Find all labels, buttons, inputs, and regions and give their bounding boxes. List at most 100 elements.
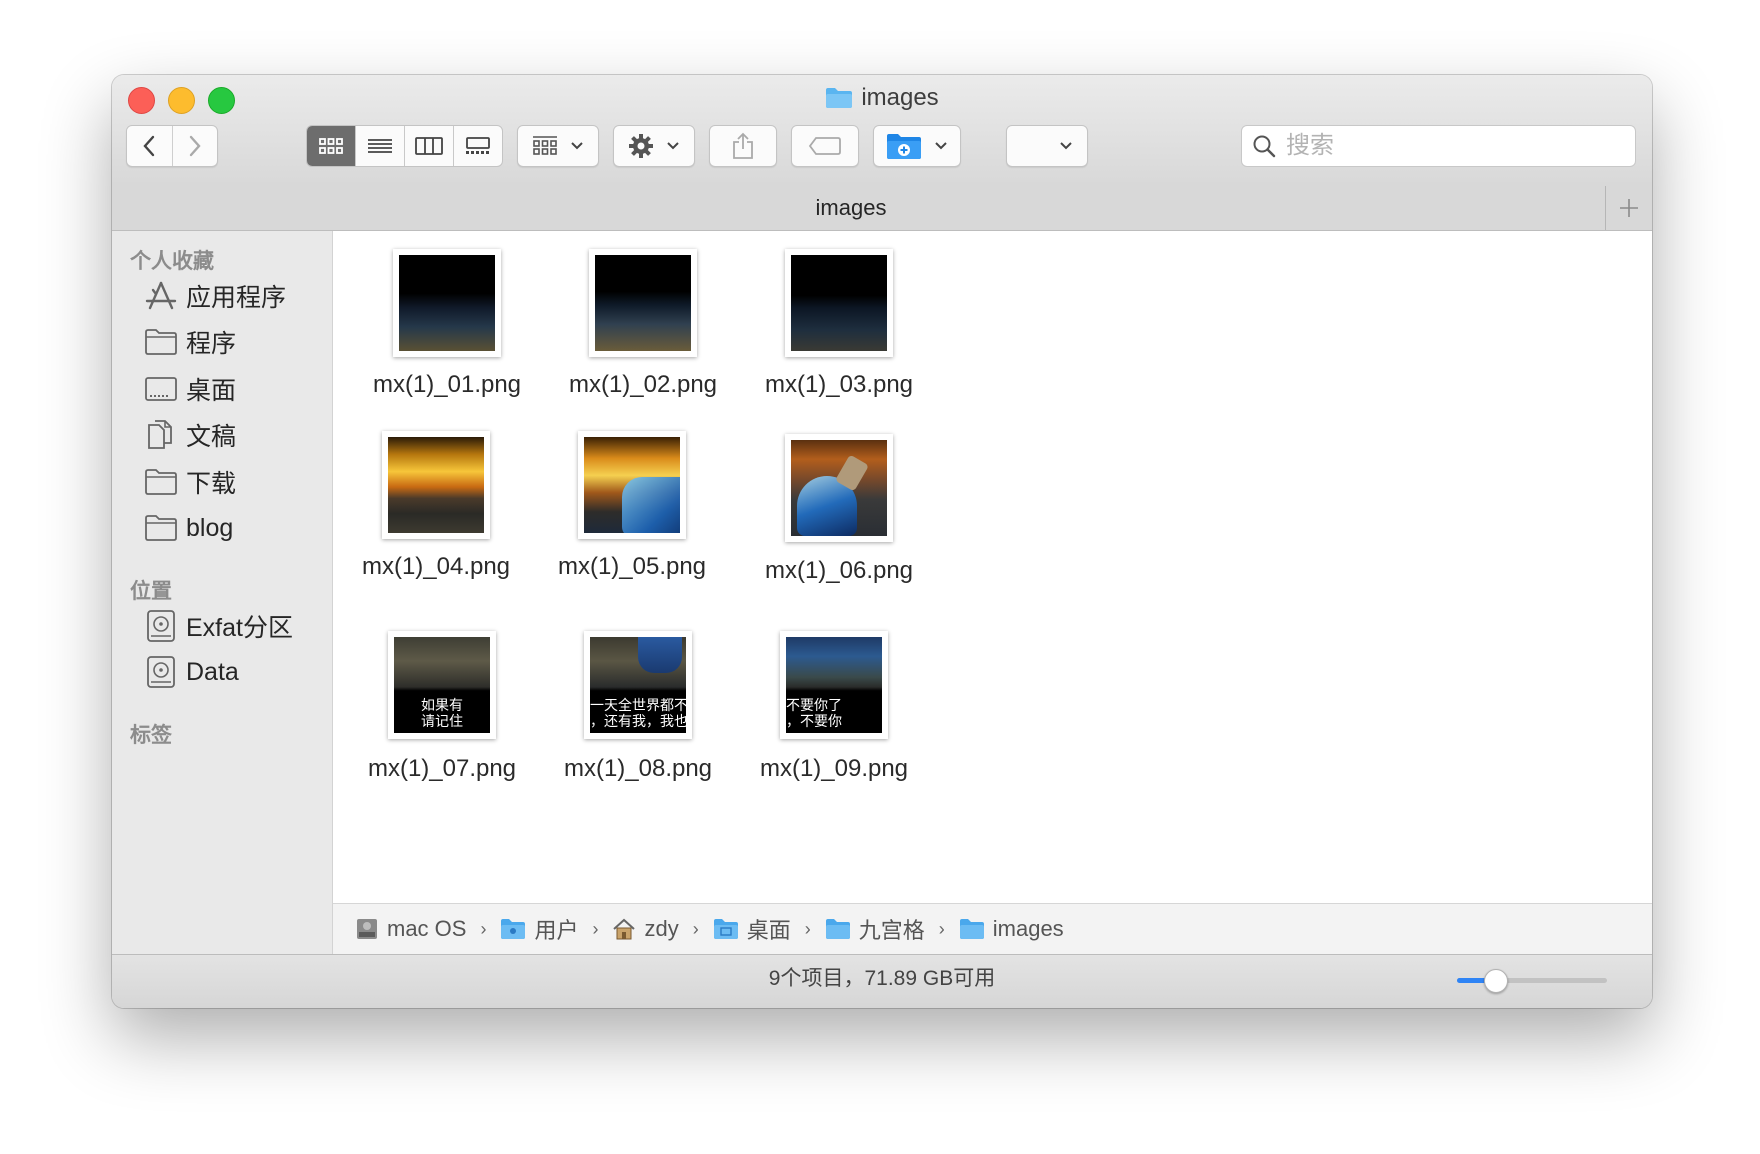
- file-name: mx(1)_04.png: [361, 553, 511, 580]
- file-thumbnail: [382, 431, 490, 539]
- gallery-icon: [466, 137, 490, 154]
- sidebar-item-label: 桌面: [186, 377, 237, 405]
- forward-button[interactable]: [173, 126, 218, 166]
- tag-icon: [808, 137, 841, 155]
- search-input[interactable]: [1284, 131, 1608, 161]
- desktop-folder-icon: [713, 918, 739, 940]
- path-separator-icon: ›: [804, 918, 811, 939]
- status-text: 9个项目，71.89 GB可用: [768, 967, 996, 990]
- folder-icon: [825, 87, 853, 117]
- file-name: mx(1)_06.png: [764, 557, 914, 584]
- tab-images[interactable]: images: [112, 186, 1590, 230]
- folder-icon: [144, 464, 184, 500]
- chevron-down-icon: [1060, 142, 1072, 150]
- path-item-home[interactable]: zdy: [612, 916, 679, 942]
- file-name: mx(1)_08.png: [563, 755, 713, 782]
- action-button[interactable]: [613, 125, 695, 167]
- thumbnail-caption-line: ，不要你: [786, 713, 842, 729]
- path-label: zdy: [644, 916, 679, 941]
- new-tab-button[interactable]: [1605, 186, 1652, 230]
- share-button[interactable]: [709, 125, 777, 167]
- finder-window: images 搜索 images 个人收藏 应用程序 程序 桌面 文稿 下载 b…: [112, 75, 1652, 1008]
- sidebar-item-applications[interactable]: 应用程序: [144, 275, 286, 317]
- documents-icon: [144, 417, 184, 453]
- sidebar-item-programs[interactable]: 程序: [144, 321, 236, 363]
- list-icon: [368, 139, 392, 153]
- folder-icon: [825, 918, 851, 940]
- path-item-macos[interactable]: mac OS: [355, 916, 466, 942]
- chevron-down-icon: [935, 142, 947, 150]
- slider-knob[interactable]: [1483, 969, 1508, 993]
- share-icon: [733, 132, 753, 159]
- file-thumbnail: 不要你了 ，不要你: [780, 631, 888, 739]
- folder-icon: [959, 918, 985, 940]
- chevron-left-icon: [143, 135, 155, 157]
- path-bar: mac OS › 用户 › zdy › 桌面 › 九宫格 › images: [333, 903, 1652, 954]
- file-name: mx(1)_09.png: [759, 755, 909, 782]
- home-icon: [612, 918, 636, 940]
- sidebar-heading-favorites: 个人收藏: [130, 250, 214, 273]
- icon-size-slider[interactable]: [1457, 969, 1607, 993]
- toolbar-dropdown[interactable]: [1006, 125, 1088, 167]
- chevron-down-icon: [667, 142, 679, 150]
- applications-icon: [144, 278, 184, 314]
- sidebar-heading-tags: 标签: [130, 724, 172, 747]
- gallery-view-button[interactable]: [453, 126, 502, 166]
- sidebar-item-downloads[interactable]: 下载: [144, 461, 236, 503]
- sidebar-item-label: blog: [186, 513, 234, 542]
- path-item-jiugongge[interactable]: 九宫格: [825, 913, 925, 945]
- sidebar-item-exfat[interactable]: Exfat分区: [144, 605, 293, 647]
- plus-icon: [1620, 199, 1638, 217]
- sidebar-item-label: 程序: [186, 330, 237, 358]
- file-name: mx(1)_02.png: [568, 371, 718, 398]
- sidebar-item-label: 文稿: [186, 423, 237, 451]
- path-item-images[interactable]: images: [959, 916, 1064, 942]
- sidebar-item-blog[interactable]: blog: [144, 507, 233, 549]
- path-label: 用户: [534, 918, 579, 943]
- file-thumbnail: [589, 249, 697, 357]
- icon-view-button[interactable]: [307, 126, 355, 166]
- sidebar-item-label: 下载: [186, 470, 237, 498]
- new-folder-button[interactable]: [873, 125, 961, 167]
- file-name: mx(1)_03.png: [764, 371, 914, 398]
- icon-grid-icon: [319, 138, 343, 154]
- sidebar-item-label: Data: [186, 657, 239, 686]
- path-label: mac OS: [387, 916, 467, 941]
- back-button[interactable]: [127, 126, 173, 166]
- path-separator-icon: ›: [592, 918, 599, 939]
- path-item-desktop[interactable]: 桌面: [713, 913, 791, 945]
- file-thumbnail: [578, 431, 686, 539]
- window-title: images: [112, 83, 1652, 117]
- sidebar-item-documents[interactable]: 文稿: [144, 414, 236, 456]
- chevron-down-icon: [571, 142, 583, 150]
- path-label: 九宫格: [858, 918, 925, 943]
- thumbnail-caption-line: 请记住: [421, 713, 463, 729]
- sidebar-item-desktop[interactable]: 桌面: [144, 368, 236, 410]
- thumbnail-caption-line: 不要你了: [786, 697, 842, 713]
- sidebar: 个人收藏 应用程序 程序 桌面 文稿 下载 blog 位置 Exfat分区 Da…: [112, 231, 333, 956]
- search-field[interactable]: [1241, 125, 1636, 167]
- folder-icon: [144, 324, 184, 360]
- thumbnail-caption-line: 如果有: [421, 697, 463, 713]
- path-item-users[interactable]: 用户: [500, 913, 578, 945]
- toolbar: images: [112, 75, 1652, 187]
- file-name: mx(1)_01.png: [372, 371, 522, 398]
- users-folder-icon: [500, 918, 526, 940]
- view-mode-control: [306, 125, 503, 167]
- file-name: mx(1)_07.png: [367, 755, 517, 782]
- group-by-button[interactable]: [517, 125, 599, 167]
- path-label: 桌面: [746, 918, 791, 943]
- sidebar-item-data[interactable]: Data: [144, 651, 239, 693]
- hard-drive-icon: [355, 917, 379, 941]
- file-thumbnail: 一天全世界都不 ，还有我，我也: [584, 631, 692, 739]
- edit-tags-button[interactable]: [791, 125, 859, 167]
- status-bar: 9个项目，71.89 GB可用: [112, 954, 1652, 1008]
- column-view-button[interactable]: [404, 126, 453, 166]
- tab-bar: images: [112, 186, 1652, 231]
- file-thumbnail: [393, 249, 501, 357]
- disk-icon: [144, 654, 184, 690]
- list-view-button[interactable]: [355, 126, 404, 166]
- new-folder-icon: [887, 134, 921, 159]
- desktop-icon: [144, 371, 184, 407]
- columns-icon: [415, 137, 443, 155]
